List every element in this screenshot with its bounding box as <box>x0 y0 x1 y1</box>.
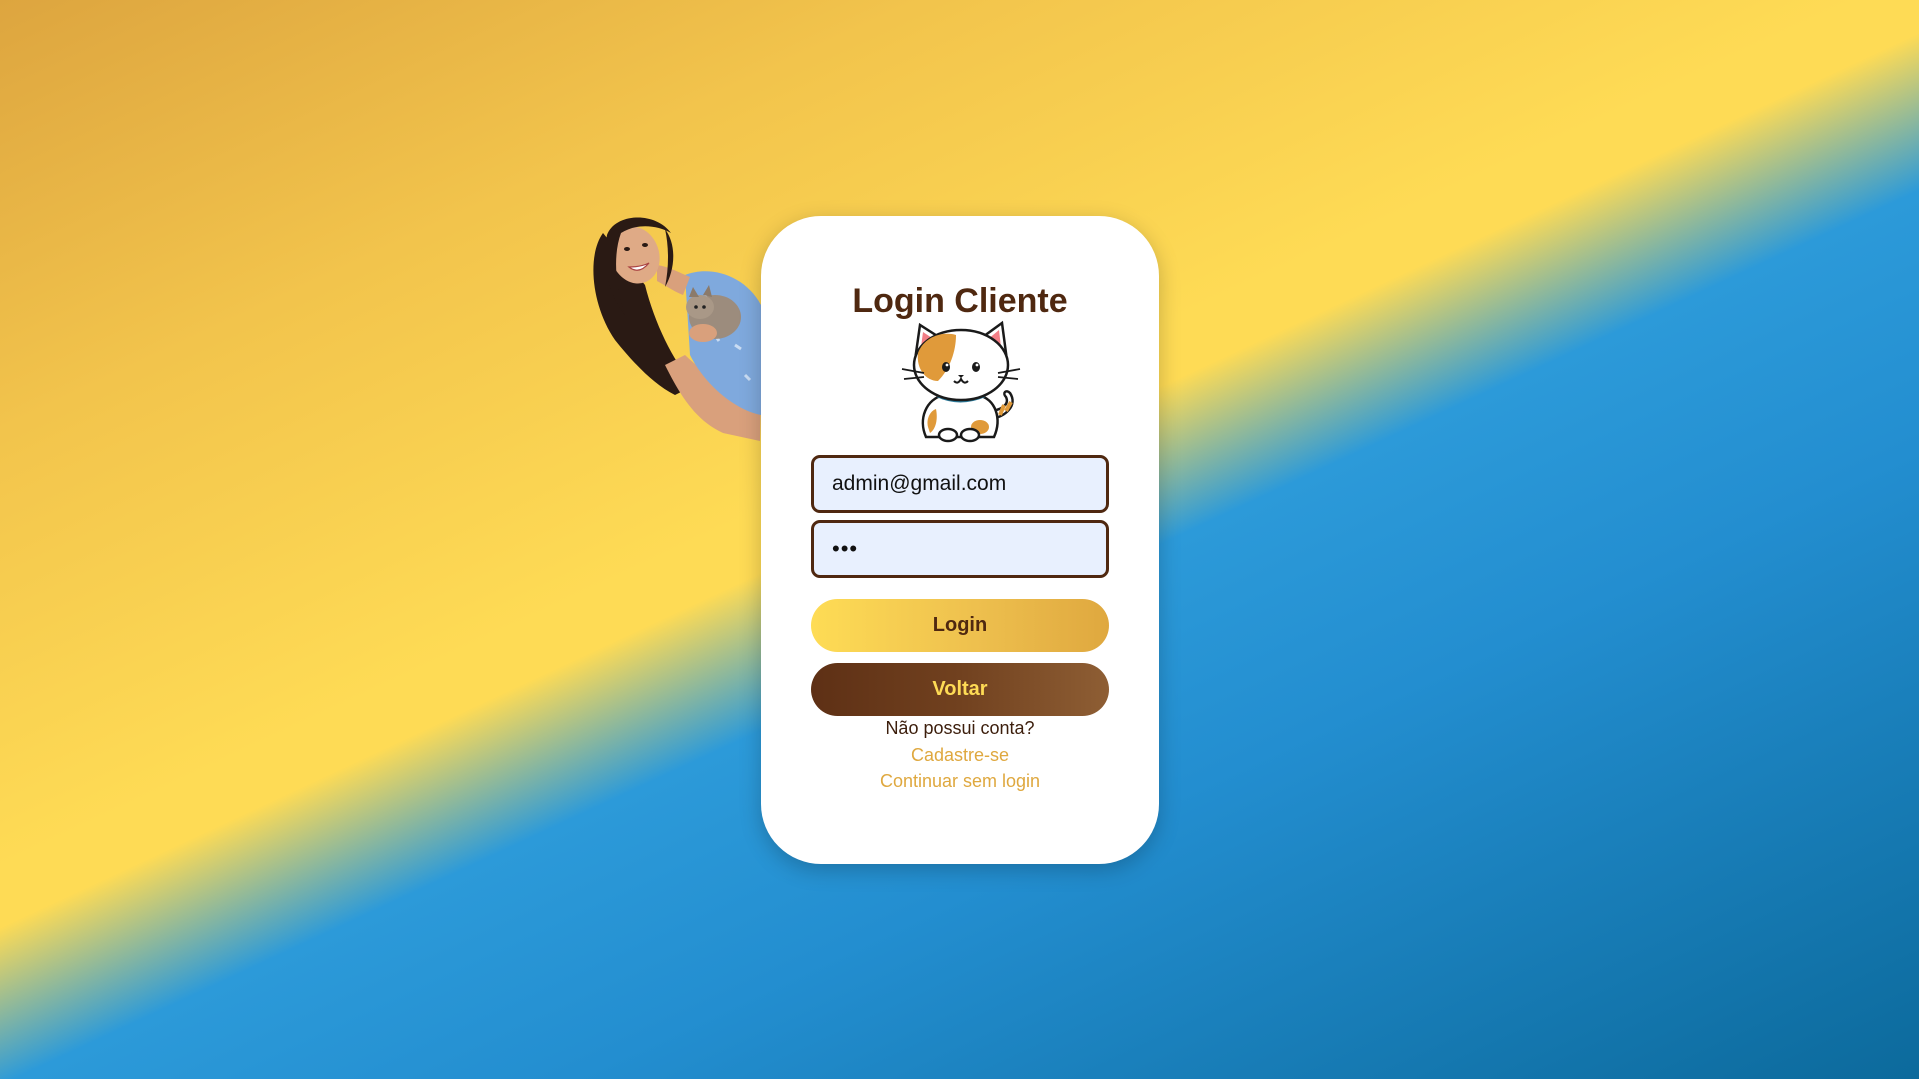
no-account-text: Não possui conta? <box>885 718 1035 738</box>
email-field[interactable] <box>811 455 1109 513</box>
register-link[interactable]: Cadastre-se <box>761 745 1159 766</box>
login-card: Login Cliente admin@gmail.com ••• Login … <box>761 216 1159 864</box>
back-button[interactable]: Voltar <box>811 663 1109 716</box>
cat-mascot-icon <box>898 319 1024 443</box>
login-button[interactable]: Login <box>811 599 1109 652</box>
page-title: Login Cliente <box>852 282 1068 320</box>
woman-holding-cat-photo <box>585 215 785 445</box>
continue-without-login-link[interactable]: Continuar sem login <box>761 771 1159 792</box>
password-field[interactable] <box>811 520 1109 578</box>
